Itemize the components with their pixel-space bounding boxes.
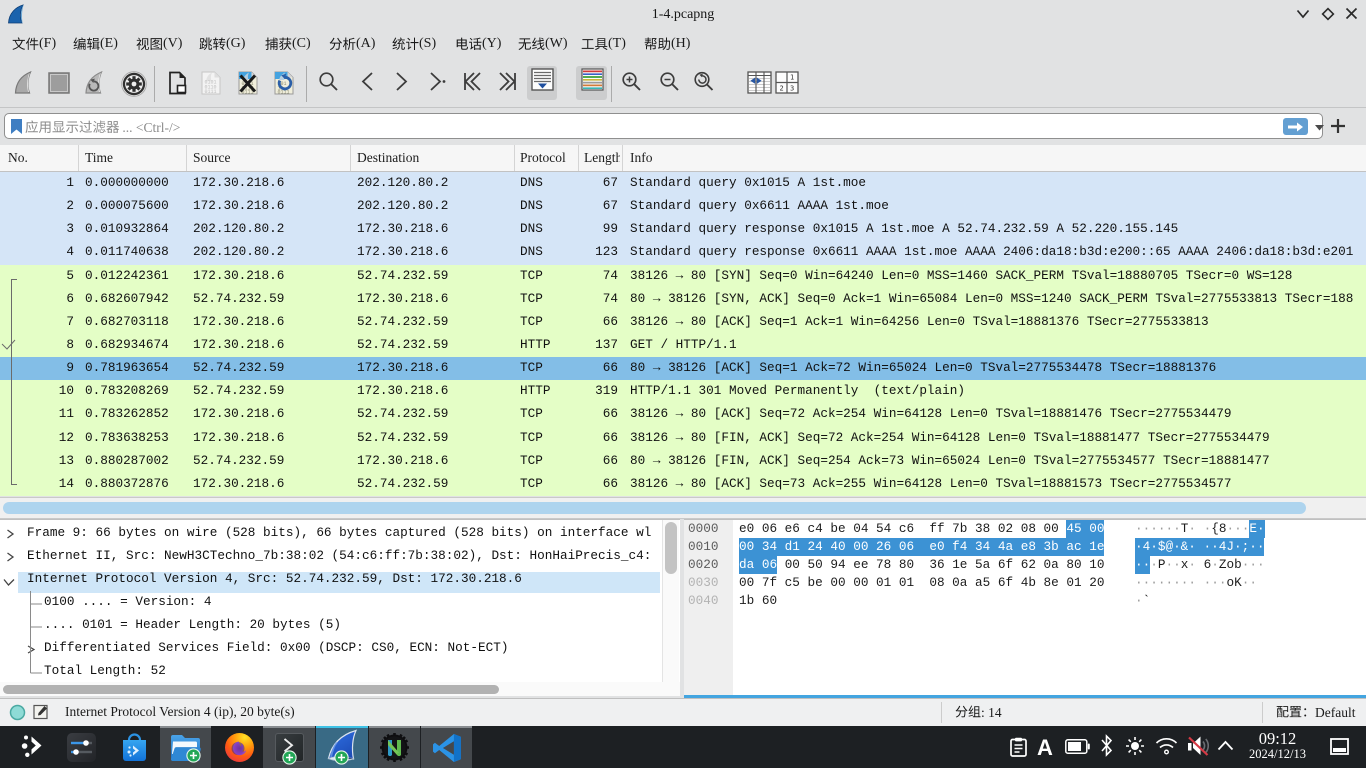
svg-text:2: 2 xyxy=(780,85,784,93)
svg-text:3: 3 xyxy=(790,85,794,93)
svg-text:0111: 0111 xyxy=(205,89,217,95)
svg-text:0111: 0111 xyxy=(278,90,290,96)
svg-text:1: 1 xyxy=(790,74,794,82)
